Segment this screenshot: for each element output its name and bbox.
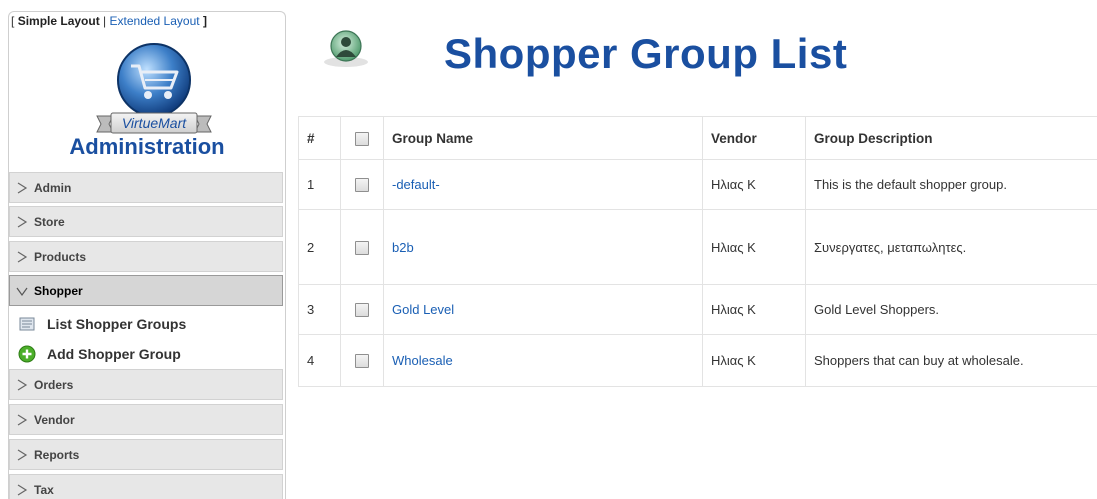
group-name-link[interactable]: b2b	[392, 240, 414, 255]
row-checkbox[interactable]	[355, 241, 369, 255]
group-name-cell: b2b	[384, 210, 703, 285]
row-number: 4	[299, 335, 341, 387]
group-name-cell: Gold Level	[384, 285, 703, 335]
extended-layout-link[interactable]: Extended Layout	[110, 14, 200, 28]
menu-item-store[interactable]: Store	[9, 206, 283, 237]
page-title: Shopper Group List	[444, 30, 847, 78]
group-name-cell: -default-	[384, 160, 703, 210]
column-header-description[interactable]: Group Description	[806, 117, 1097, 160]
vendor-cell: Ηλιας Κ	[703, 335, 806, 387]
menu-label: Reports	[34, 448, 79, 462]
column-header-number: #	[299, 117, 341, 160]
list-icon	[17, 314, 37, 334]
menu-item-orders[interactable]: Orders	[9, 369, 283, 400]
menu-item-shopper[interactable]: Shopper	[9, 275, 283, 306]
chevron-right-icon	[10, 369, 34, 400]
row-checkbox-cell[interactable]	[341, 210, 384, 285]
description-cell: This is the default shopper group.	[806, 160, 1097, 210]
submenu-label: List Shopper Groups	[47, 316, 186, 332]
layout-separator: |	[103, 14, 106, 28]
row-checkbox-cell[interactable]	[341, 160, 384, 210]
menu-label: Products	[34, 250, 86, 264]
chevron-right-icon	[10, 241, 34, 272]
admin-sidebar: [ Simple Layout | Extended Layout ] Virt	[8, 11, 286, 499]
chevron-right-icon	[10, 206, 34, 237]
menu-item-admin[interactable]: Admin	[9, 172, 283, 203]
column-header-vendor[interactable]: Vendor	[703, 117, 806, 160]
chevron-right-icon	[10, 439, 34, 470]
menu-item-reports[interactable]: Reports	[9, 439, 283, 470]
bracket-close: ]	[203, 14, 207, 28]
table-row: 1 -default- Ηλιας Κ This is the default …	[299, 160, 1097, 210]
chevron-down-icon	[10, 275, 34, 306]
select-all-checkbox[interactable]	[355, 132, 369, 146]
menu-label: Admin	[34, 181, 71, 195]
vendor-cell: Ηλιας Κ	[703, 210, 806, 285]
submenu-add-shopper-group[interactable]: Add Shopper Group	[9, 339, 283, 369]
virtuemart-logo: VirtueMart	[79, 42, 229, 142]
menu-label: Tax	[34, 483, 54, 497]
description-cell: Συνεργατες, μεταπωλητες.	[806, 210, 1097, 285]
vendor-cell: Ηλιας Κ	[703, 285, 806, 335]
group-name-link[interactable]: -default-	[392, 177, 440, 192]
menu-item-products[interactable]: Products	[9, 241, 283, 272]
table-row: 4 Wholesale Ηλιας Κ Shoppers that can bu…	[299, 335, 1097, 387]
submenu-list-shopper-groups[interactable]: List Shopper Groups	[9, 309, 283, 339]
table-header-row: # Group Name Vendor Group Description	[299, 117, 1097, 160]
layout-switch: [ Simple Layout | Extended Layout ]	[11, 14, 207, 28]
simple-layout-label: Simple Layout	[18, 14, 100, 28]
description-cell: Shoppers that can buy at wholesale.	[806, 335, 1097, 387]
menu-item-vendor[interactable]: Vendor	[9, 404, 283, 435]
row-checkbox[interactable]	[355, 303, 369, 317]
menu-label: Vendor	[34, 413, 75, 427]
row-checkbox-cell[interactable]	[341, 335, 384, 387]
column-header-group-name[interactable]: Group Name	[384, 117, 703, 160]
menu-label: Shopper	[34, 284, 83, 298]
row-checkbox[interactable]	[355, 354, 369, 368]
row-checkbox-cell[interactable]	[341, 285, 384, 335]
row-number: 2	[299, 210, 341, 285]
add-icon	[17, 344, 37, 364]
vendor-cell: Ηλιας Κ	[703, 160, 806, 210]
row-number: 3	[299, 285, 341, 335]
table-row: 3 Gold Level Ηλιας Κ Gold Level Shoppers…	[299, 285, 1097, 335]
group-name-link[interactable]: Wholesale	[392, 353, 453, 368]
group-name-cell: Wholesale	[384, 335, 703, 387]
chevron-right-icon	[10, 474, 34, 499]
row-checkbox[interactable]	[355, 178, 369, 192]
row-number: 1	[299, 160, 341, 210]
menu-label: Orders	[34, 378, 73, 392]
administration-title: Administration	[9, 134, 285, 160]
menu-label: Store	[34, 215, 65, 229]
logo-text: VirtueMart	[122, 115, 187, 131]
table-row: 2 b2b Ηλιας Κ Συνεργατες, μεταπωλητες.	[299, 210, 1097, 285]
chevron-right-icon	[10, 172, 34, 203]
description-cell: Gold Level Shoppers.	[806, 285, 1097, 335]
column-header-select-all[interactable]	[341, 117, 384, 160]
chevron-right-icon	[10, 404, 34, 435]
menu-item-tax[interactable]: Tax	[9, 474, 283, 499]
group-name-link[interactable]: Gold Level	[392, 302, 454, 317]
bracket-open: [	[11, 14, 14, 28]
shopper-group-table: # Group Name Vendor Group Description 1 …	[298, 116, 1097, 387]
submenu-label: Add Shopper Group	[47, 346, 181, 362]
shopper-group-icon	[316, 28, 376, 68]
